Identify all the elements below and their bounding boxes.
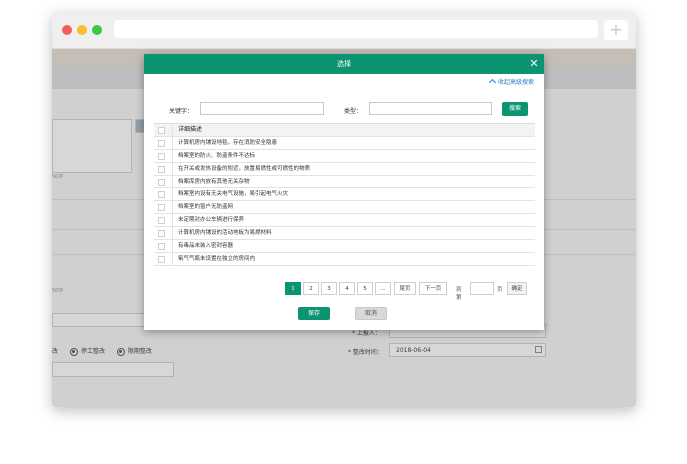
row-description: 档案室内设有无关电气设施，易引起电气火灾 [172,188,535,201]
table-header-row: 详细描述 [154,124,535,137]
row-description: 未定期对办公车辆进行保养 [172,214,535,227]
type-input[interactable] [369,102,492,115]
table-row[interactable]: 档案室的防火、防盗条件不达标 [154,149,535,163]
page-button-4[interactable]: 4 [339,282,355,295]
row-checkbox[interactable] [158,139,165,147]
table-row[interactable]: 档案室的窗户无防盗网 [154,201,535,215]
row-checkbox[interactable] [158,217,165,225]
header-description: 详细描述 [172,124,535,136]
goto-confirm-button[interactable]: 确定 [507,282,527,295]
row-checkbox[interactable] [158,191,165,199]
keyword-label: 关键字： [169,108,194,115]
table-row[interactable]: 档案库房内放有其他无关杂物 [154,175,535,189]
table-row[interactable]: 有毒品未装入密封容器 [154,240,535,253]
results-table: 详细描述 计算机房内铺设地毯，存在消防安全隐患 档案室的防火、防盗条件不达标 在… [154,123,535,266]
page-button-5[interactable]: 5 [357,282,373,295]
table-row[interactable]: 氧气气瓶未设置在独立的房间内 [154,252,535,266]
address-bar[interactable] [114,20,598,38]
table-row[interactable]: 未定期对办公车辆进行保养 [154,214,535,228]
page-button-1[interactable]: 1 [285,282,301,295]
advanced-search-toggle[interactable]: 收起高级搜索 [488,77,534,87]
select-all-checkbox[interactable] [158,127,165,134]
type-label: 类型： [344,108,363,115]
row-checkbox[interactable] [158,243,165,251]
row-description: 档案库房内放有其他无关杂物 [172,175,535,188]
table-row[interactable]: 在开关或发热设备的附近，放置易燃性或可燃性的物质 [154,162,535,176]
goto-suffix: 页 [497,287,503,293]
keyword-input[interactable] [200,102,324,115]
table-row[interactable]: 计算机房内铺设地毯，存在消防安全隐患 [154,136,535,150]
page-button-3[interactable]: 3 [321,282,337,295]
row-description: 档案室的窗户无防盗网 [172,201,535,214]
save-button[interactable]: 保存 [298,307,330,320]
row-checkbox[interactable] [158,230,165,238]
row-description: 在开关或发热设备的附近，放置易燃性或可燃性的物质 [172,162,535,175]
close-window-dot-icon[interactable] [62,25,72,35]
last-page-button[interactable]: 尾页 [394,282,416,295]
row-checkbox[interactable] [158,165,165,173]
search-button[interactable]: 搜索 [502,102,528,116]
next-page-button[interactable]: 下一页 [419,282,447,295]
maximize-window-dot-icon[interactable] [92,25,102,35]
row-description: 有毒品未装入密封容器 [172,240,535,252]
row-description: 计算机房内铺设地毯，存在消防安全隐患 [172,136,535,149]
row-description: 档案室的防火、防盗条件不达标 [172,149,535,162]
row-description: 计算机房内铺设的活动地板为易燃材料 [172,227,535,240]
dialog-title: 选择 [337,60,351,68]
new-tab-button[interactable]: + [604,20,628,40]
cancel-button[interactable]: 取消 [355,307,387,320]
minimize-window-dot-icon[interactable] [77,25,87,35]
select-dialog: 选择 ✕ 收起高级搜索 关键字： 类型： 搜索 详细描述 计算机房内铺设地毯，存… [144,54,544,330]
chevron-up-icon [488,78,497,87]
row-checkbox[interactable] [158,204,165,212]
goto-prefix: 到第 [456,287,462,301]
row-description: 氧气气瓶未设置在独立的房间内 [172,252,535,265]
close-icon[interactable]: ✕ [527,54,541,74]
row-checkbox[interactable] [158,255,165,263]
dialog-header: 选择 ✕ [144,54,544,74]
row-checkbox[interactable] [158,178,165,186]
goto-page-input[interactable] [470,282,494,295]
row-checkbox[interactable] [158,152,165,160]
browser-toolbar: + [52,12,636,49]
page-button-2[interactable]: 2 [303,282,319,295]
browser-window: + 50字 50字 改 停工整改 限期整改 * 上报人： * 整改时间： 201… [52,12,636,407]
table-row[interactable]: 档案室内设有无关电气设施，易引起电气火灾 [154,188,535,202]
table-row[interactable]: 计算机房内铺设的活动地板为易燃材料 [154,227,535,241]
advanced-search-label: 收起高级搜索 [497,79,534,86]
page-ellipsis: ... [375,282,391,295]
